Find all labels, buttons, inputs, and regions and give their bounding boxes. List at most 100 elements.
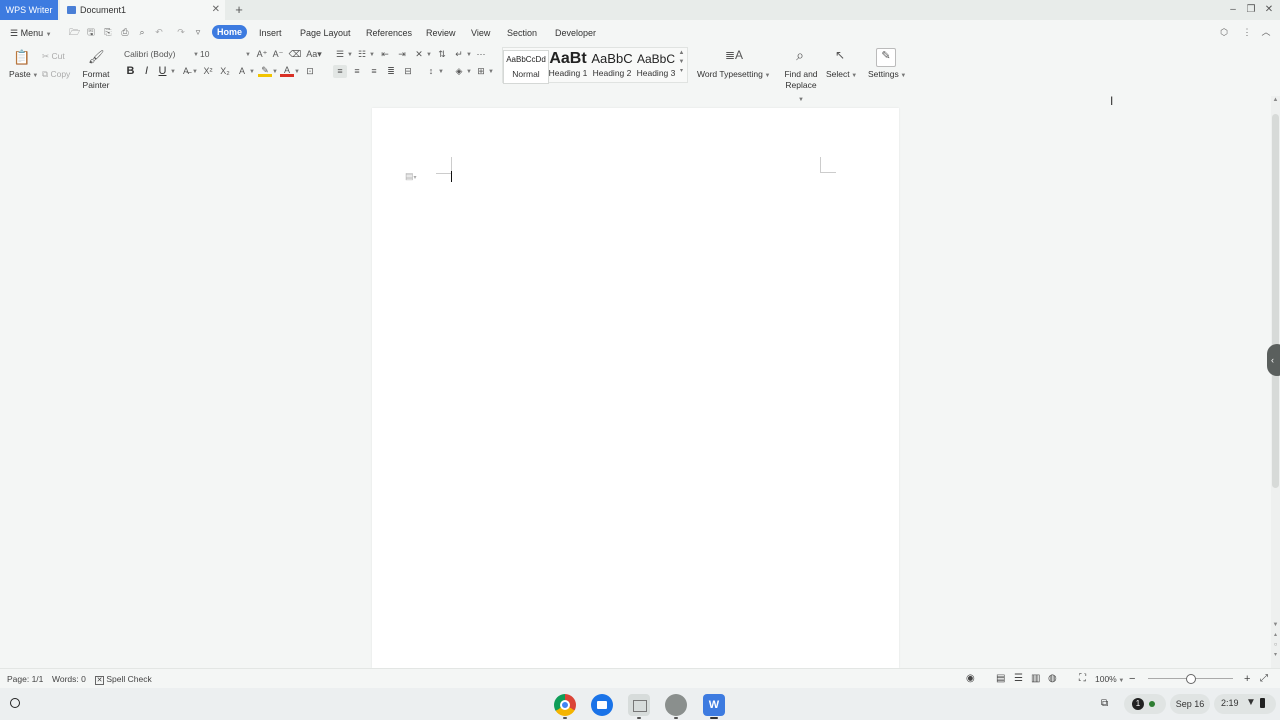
bullets-dropdown-icon[interactable]: ▼ bbox=[347, 52, 353, 58]
magnifier-icon[interactable]: ⌕ bbox=[791, 47, 809, 65]
font-name-select[interactable]: Calibri (Body) bbox=[124, 48, 196, 61]
line-spacing-icon[interactable]: ↕ bbox=[424, 65, 438, 78]
decrease-font-icon[interactable]: A⁻ bbox=[271, 48, 285, 61]
line-spacing-dropdown-icon[interactable]: ▼ bbox=[438, 69, 444, 75]
settings-app-icon[interactable] bbox=[665, 694, 687, 716]
page-nav-icons[interactable]: ▼ ▴ ○ ▾ bbox=[1271, 620, 1280, 660]
bold-button[interactable]: B bbox=[124, 65, 137, 78]
cut-button[interactable]: ✂ Cut bbox=[42, 51, 65, 62]
print-preview-icon[interactable]: ⌕ bbox=[137, 27, 147, 37]
launcher-icon[interactable] bbox=[10, 698, 20, 708]
underline-dropdown-icon[interactable]: ▼ bbox=[170, 69, 176, 75]
style-heading-3[interactable]: AaBbC Heading 3 bbox=[634, 50, 678, 82]
font-name-dropdown-icon[interactable]: ▼ bbox=[193, 52, 199, 58]
app-tab[interactable]: WPS Writer bbox=[0, 0, 58, 20]
styles-scroll-icons[interactable]: ▲ ▼ ▾ bbox=[678, 49, 685, 76]
customize-quick-access-icon[interactable]: ▿ bbox=[193, 27, 203, 37]
chinese-layout-icon[interactable]: ✕ bbox=[412, 48, 426, 61]
strikethrough-icon[interactable]: A̶ bbox=[179, 65, 193, 78]
shading-dropdown-icon[interactable]: ▼ bbox=[466, 69, 472, 75]
scroll-up-icon[interactable]: ▲ bbox=[1271, 97, 1280, 103]
undo-icon[interactable]: ↶ bbox=[154, 27, 164, 37]
paragraph-mark-dropdown-icon[interactable]: ▼ bbox=[466, 52, 472, 58]
more-options-icon[interactable]: ⋮ bbox=[1242, 27, 1252, 37]
numbering-icon[interactable]: ☷ bbox=[355, 48, 369, 61]
eye-protection-icon[interactable]: ◉ bbox=[966, 673, 975, 685]
web-view-icon[interactable]: ◍ bbox=[1048, 673, 1057, 685]
cursor-arrow-icon[interactable]: ↖ bbox=[833, 48, 847, 64]
settings-icon[interactable]: ✎ bbox=[876, 48, 896, 67]
find-replace-button[interactable]: Find and Replace ▼ bbox=[783, 69, 819, 106]
tab-review[interactable]: Review bbox=[426, 27, 456, 39]
page-view-icon[interactable]: ▤ bbox=[996, 673, 1005, 685]
zoom-out-button[interactable]: − bbox=[1129, 673, 1135, 685]
redo-icon[interactable]: ↷ bbox=[176, 27, 186, 37]
word-typesetting-button[interactable]: Word Typesetting ▼ bbox=[697, 69, 770, 79]
shading-icon[interactable]: ◈ bbox=[452, 65, 466, 78]
character-border-icon[interactable]: ⊡ bbox=[303, 65, 317, 78]
subscript-icon[interactable]: X₂ bbox=[218, 65, 232, 78]
tab-developer[interactable]: Developer bbox=[555, 27, 596, 39]
chrome-icon[interactable] bbox=[554, 694, 576, 716]
increase-indent-icon[interactable]: ⇥ bbox=[395, 48, 409, 61]
zoom-in-button[interactable]: + bbox=[1244, 673, 1250, 685]
close-window-icon[interactable]: ✕ bbox=[1262, 2, 1276, 18]
open-folder-icon[interactable]: 🗁 bbox=[69, 27, 80, 37]
format-painter-icon[interactable]: 🖌 bbox=[88, 49, 105, 65]
bullets-icon[interactable]: ☰ bbox=[333, 48, 347, 61]
zoom-level-select[interactable]: 100% ▼ bbox=[1095, 673, 1124, 687]
clear-format-icon[interactable]: ⌫ bbox=[288, 48, 302, 61]
font-size-select[interactable]: 10 bbox=[200, 48, 244, 61]
new-tab-button[interactable]: + bbox=[232, 0, 246, 20]
tab-insert[interactable]: Insert bbox=[259, 27, 282, 39]
justify-icon[interactable]: ≣ bbox=[384, 65, 398, 78]
files-icon[interactable] bbox=[591, 694, 613, 716]
change-case-icon[interactable]: Aa▾ bbox=[305, 48, 323, 61]
document-tab[interactable]: Document1 ✕ bbox=[60, 0, 225, 20]
style-heading-1[interactable]: AaBt Heading 1 bbox=[548, 50, 588, 82]
align-right-icon[interactable]: ≡ bbox=[367, 65, 381, 78]
distributed-icon[interactable]: ⊟ bbox=[401, 65, 415, 78]
word-count[interactable]: Words: 0 bbox=[52, 673, 86, 685]
side-panel-toggle-icon[interactable]: ‹ bbox=[1267, 344, 1280, 376]
borders-icon[interactable]: ⊞ bbox=[474, 65, 488, 78]
notification-pill[interactable]: 1 bbox=[1124, 694, 1166, 714]
tab-references[interactable]: References bbox=[366, 27, 412, 39]
paragraph-options-icon[interactable]: ▤▾ bbox=[405, 171, 417, 182]
align-center-icon[interactable]: ≡ bbox=[350, 65, 364, 78]
page-count[interactable]: Page: 1/1 bbox=[7, 673, 43, 685]
decrease-indent-icon[interactable]: ⇤ bbox=[378, 48, 392, 61]
paste-icon[interactable]: 📋 bbox=[13, 49, 31, 65]
borders-dropdown-icon[interactable]: ▼ bbox=[488, 69, 494, 75]
word-typesetting-icon[interactable]: ≣A bbox=[724, 48, 744, 64]
zoom-slider-thumb[interactable] bbox=[1186, 674, 1196, 684]
tab-page-layout[interactable]: Page Layout bbox=[300, 27, 351, 39]
chinese-layout-dropdown-icon[interactable]: ▼ bbox=[426, 52, 432, 58]
numbering-dropdown-icon[interactable]: ▼ bbox=[369, 52, 375, 58]
spell-check-button[interactable]: ✕ Spell Check bbox=[95, 673, 152, 685]
align-left-icon[interactable]: ≡ bbox=[333, 65, 347, 78]
restore-icon[interactable]: ❐ bbox=[1244, 2, 1258, 18]
minimize-icon[interactable]: – bbox=[1226, 2, 1240, 18]
tab-home[interactable]: Home bbox=[212, 25, 247, 39]
date-display[interactable]: Sep 16 bbox=[1170, 694, 1210, 714]
highlight-icon[interactable]: ✎ bbox=[258, 64, 272, 77]
increase-font-icon[interactable]: A⁺ bbox=[255, 48, 269, 61]
cloud-icon[interactable]: ⬡ bbox=[1219, 27, 1229, 37]
export-icon[interactable]: ⎘ bbox=[103, 27, 113, 37]
tab-section[interactable]: Section bbox=[507, 27, 537, 39]
fit-page-icon[interactable]: ⛶ bbox=[1079, 673, 1086, 685]
document-page[interactable] bbox=[372, 108, 899, 668]
system-tray[interactable]: 2:19 ▼ bbox=[1214, 694, 1276, 714]
wps-writer-app-icon[interactable]: W bbox=[703, 694, 725, 716]
settings-button[interactable]: Settings ▼ bbox=[868, 69, 906, 79]
paste-button[interactable]: Paste ▼ bbox=[9, 69, 38, 79]
reading-view-icon[interactable]: ▥ bbox=[1031, 673, 1040, 685]
format-painter-button[interactable]: Format Painter bbox=[82, 69, 110, 91]
underline-button[interactable]: U bbox=[156, 65, 169, 78]
close-tab-icon[interactable]: ✕ bbox=[212, 0, 220, 20]
font-color-icon[interactable]: A bbox=[280, 64, 294, 77]
style-normal[interactable]: AaBbCcDd Normal bbox=[503, 50, 549, 84]
superscript-icon[interactable]: X² bbox=[201, 65, 215, 78]
italic-button[interactable]: I bbox=[140, 65, 153, 78]
